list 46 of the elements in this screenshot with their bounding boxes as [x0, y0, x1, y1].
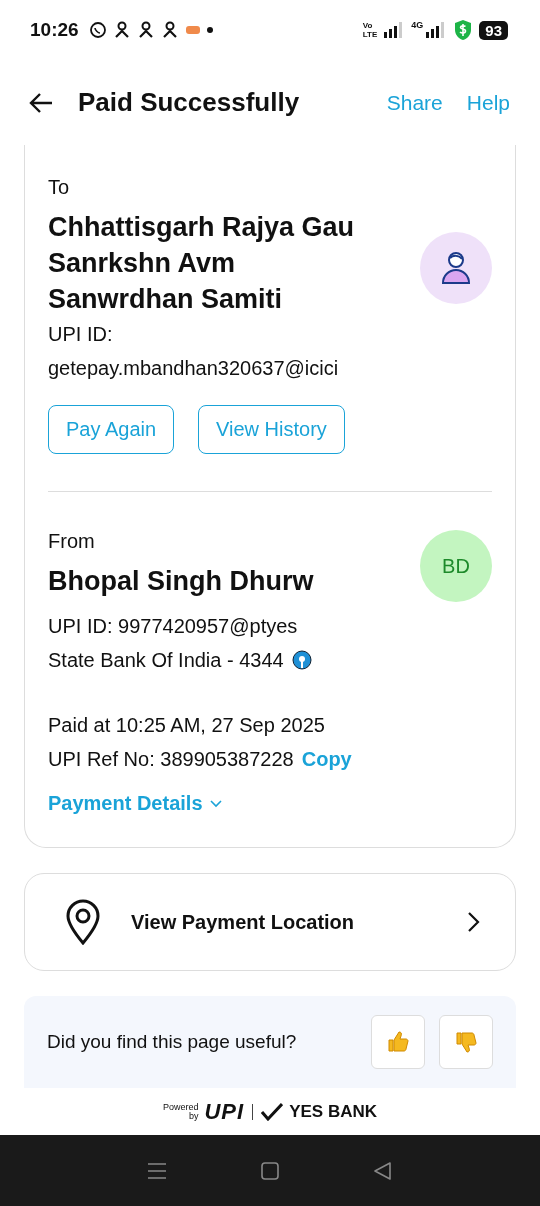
page-title: Paid Successfully [78, 87, 300, 118]
chevron-right-icon [467, 911, 481, 933]
ref-number: UPI Ref No: 389905387228 [48, 747, 294, 772]
payer-name: Bhopal Singh Dhurw [48, 565, 315, 598]
section-label: From [48, 530, 96, 553]
game-icon [184, 24, 201, 36]
copy-link[interactable]: Copy [301, 747, 352, 771]
powered-label: by [188, 1111, 199, 1121]
network-label: 4G [411, 20, 424, 30]
upi-id: getepay.mbandhan320637@icici [48, 356, 340, 381]
outline-button[interactable]: Pay Again [48, 405, 175, 454]
section-label: To [48, 176, 71, 199]
thumbs-down-button[interactable] [439, 1015, 493, 1069]
upi-logo: UPI [204, 1098, 245, 1125]
chat-icon [88, 21, 107, 39]
battery-indicator: 93 [479, 20, 508, 40]
feedback-question: Did you find this page useful? [47, 1031, 297, 1053]
outline-button[interactable]: View History [198, 405, 345, 454]
thumbs-up-icon [386, 1030, 410, 1054]
initials-avatar: BD [420, 530, 492, 602]
bank-logo-icon [291, 650, 312, 670]
home-icon[interactable] [260, 1160, 280, 1181]
back-icon[interactable] [28, 91, 54, 114]
thumbs-down-icon [454, 1030, 478, 1054]
thumbs-up-button[interactable] [371, 1015, 425, 1069]
payee-name: Chhattisgarh Rajya Gau Sanrkshn Avm Sanwrdhan Samiti [48, 211, 356, 316]
chevron-down-icon [208, 798, 223, 809]
payment-time: Paid at 10:25 AM, 27 Sep 2025 [48, 713, 326, 738]
person-icon [440, 250, 472, 286]
dot-icon [206, 27, 213, 33]
header-link[interactable]: Help [466, 90, 510, 115]
details-link[interactable]: Payment Details [48, 792, 492, 815]
bank-logo: YES BANK [289, 1101, 378, 1122]
location-pin-icon [65, 899, 101, 945]
tick-icon [261, 1102, 284, 1121]
bank-account: State Bank Of India - 4344 [48, 648, 284, 673]
status-time: 10:26 [30, 19, 79, 41]
shield-icon [453, 19, 474, 41]
network-label: LTE [362, 30, 378, 39]
menu-icon[interactable] [146, 1161, 167, 1180]
header-link[interactable]: Share [386, 90, 443, 115]
upi-id: UPI ID: 9977420957@ptyes [48, 614, 299, 639]
location-button[interactable]: View Payment Location [24, 873, 516, 971]
network-label: Vo [362, 21, 374, 30]
upi-label: UPI ID: [48, 322, 114, 347]
powered-label: Powered [162, 1102, 199, 1112]
